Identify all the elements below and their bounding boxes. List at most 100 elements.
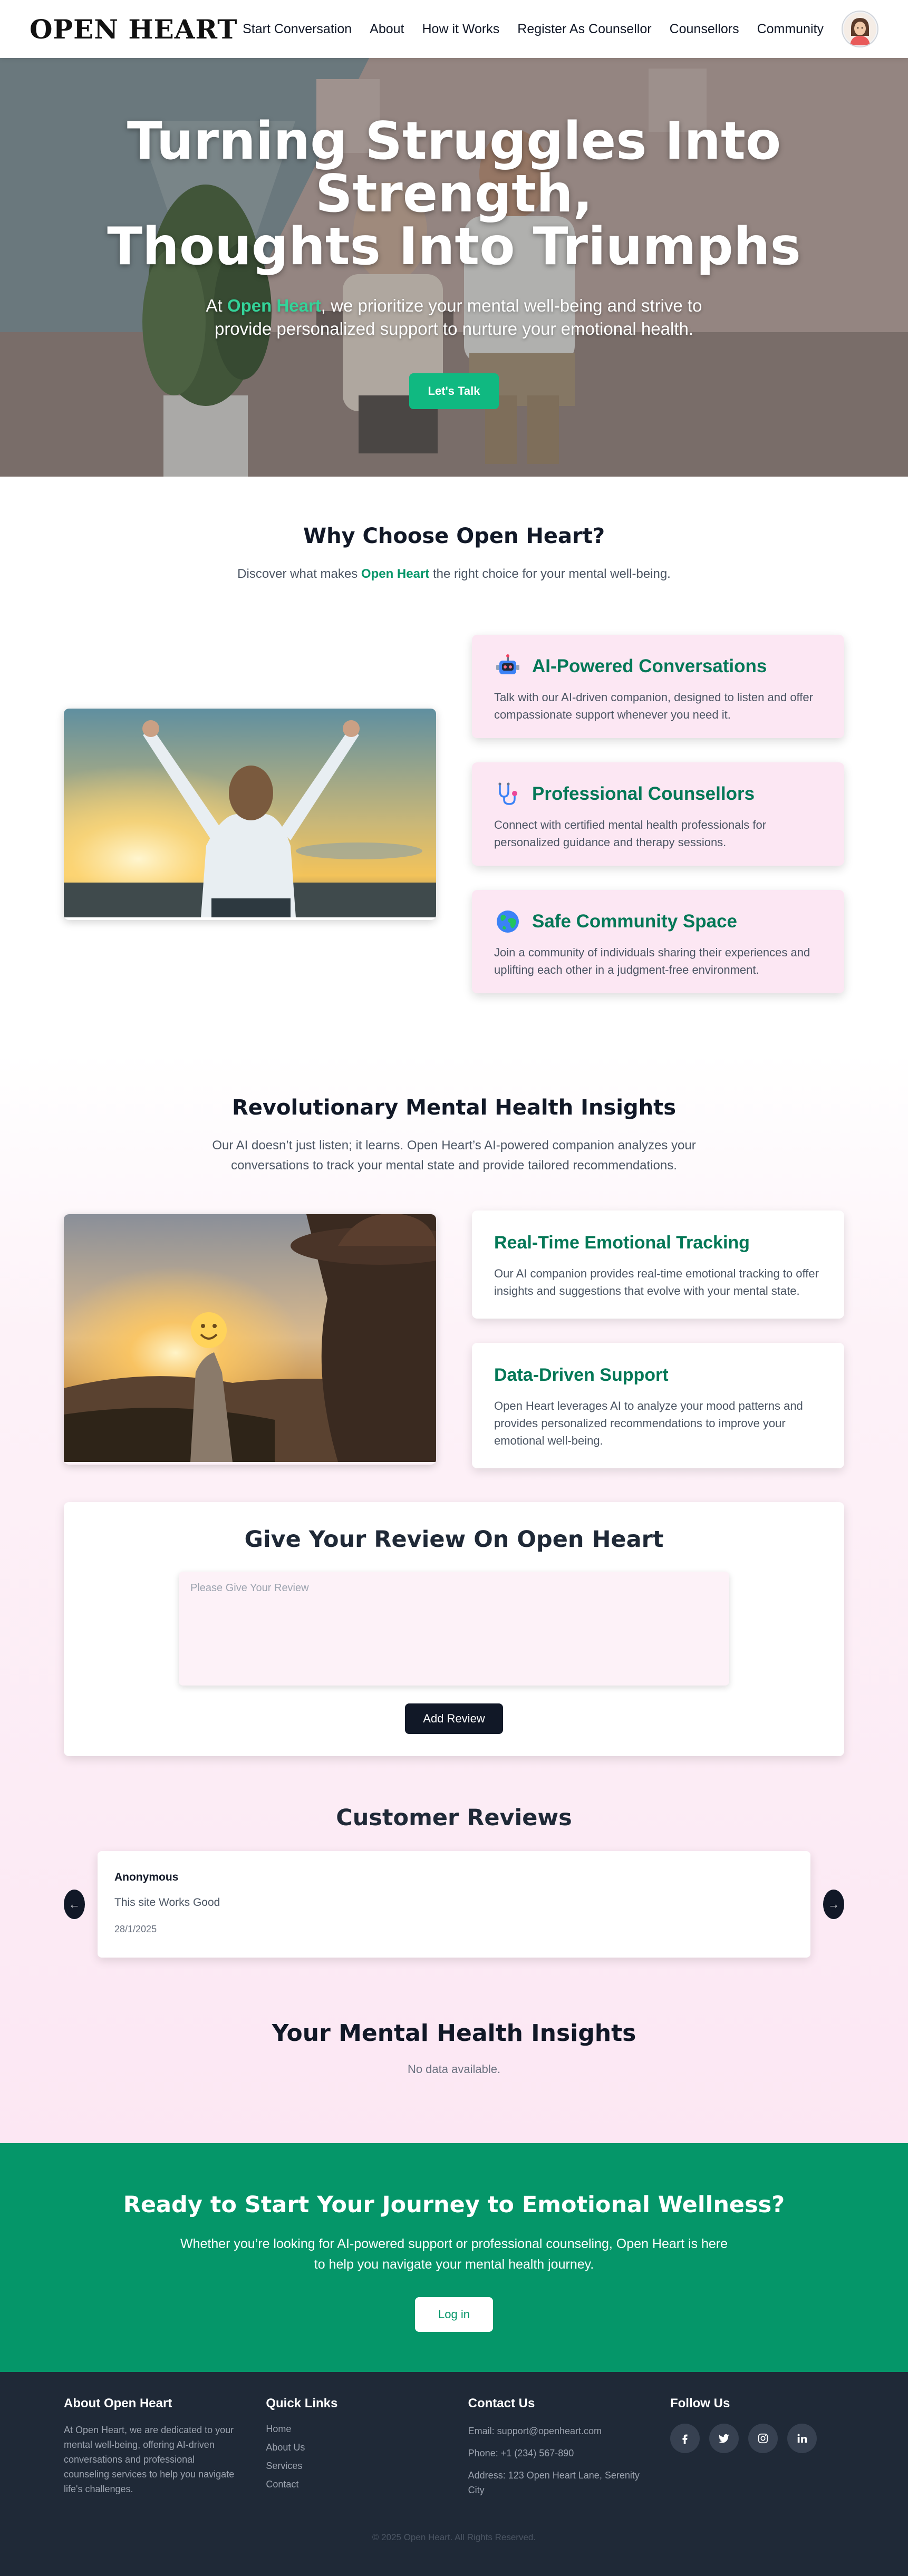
insight-title-data: Data-Driven Support bbox=[494, 1365, 669, 1385]
nav-links: Start Conversation About How it Works Re… bbox=[243, 11, 878, 47]
linkedin-icon[interactable] bbox=[787, 2424, 817, 2453]
insight-card-tracking: Real-Time Emotional Tracking Our AI comp… bbox=[472, 1210, 844, 1319]
why-content: AI-Powered Conversations Talk with our A… bbox=[64, 635, 844, 993]
victory-sunset-illustration bbox=[64, 708, 436, 917]
review-author: Anonymous bbox=[114, 1871, 179, 1883]
feature-cards: AI-Powered Conversations Talk with our A… bbox=[472, 635, 844, 993]
copyright: © 2025 Open Heart. All Rights Reserved. bbox=[372, 2532, 536, 2542]
feature-title-community: Safe Community Space bbox=[532, 911, 737, 932]
review-date: 28/1/2025 bbox=[114, 1924, 157, 1934]
prev-review-button[interactable]: ← bbox=[64, 1890, 85, 1919]
feature-card-community-head: Safe Community Space bbox=[494, 908, 822, 935]
footer-follow: Follow Us bbox=[670, 2396, 844, 2497]
nav-how-it-works[interactable]: How it Works bbox=[422, 22, 499, 37]
smiley-sunset-illustration bbox=[64, 1214, 436, 1462]
feature-card-counsellors-head: Professional Counsellors bbox=[494, 780, 822, 808]
why-sub-brand: Open Heart bbox=[361, 567, 430, 581]
feature-title-counsellors: Professional Counsellors bbox=[532, 783, 755, 804]
why-sub-prefix: Discover what makes bbox=[237, 567, 361, 581]
feature-title-ai: AI-Powered Conversations bbox=[532, 656, 767, 676]
insights-content: Real-Time Emotional Tracking Our AI comp… bbox=[64, 1210, 844, 1468]
lets-talk-button[interactable]: Let's Talk bbox=[409, 373, 499, 409]
logo[interactable]: OPEN HEART bbox=[30, 14, 237, 45]
nav-community[interactable]: Community bbox=[757, 22, 824, 37]
insight-text-tracking: Our AI companion provides real-time emot… bbox=[494, 1267, 819, 1297]
footer-columns: About Open Heart At Open Heart, we are d… bbox=[64, 2396, 844, 2497]
navbar: OPEN HEART Start Conversation About How … bbox=[0, 0, 908, 58]
reviews-carousel: ← Anonymous This site Works Good 28/1/20… bbox=[64, 1851, 844, 1958]
user-avatar-icon[interactable] bbox=[842, 11, 878, 47]
hero-content: Turning Struggles Into Strength, Thought… bbox=[0, 58, 908, 409]
footer-links-list: Home About Us Services Contact bbox=[266, 2424, 440, 2490]
hero-title-line-1: Turning Struggles Into bbox=[127, 111, 781, 171]
footer-follow-title: Follow Us bbox=[670, 2396, 730, 2410]
hero-sub-prefix: At bbox=[206, 296, 227, 315]
nav-register-counsellor[interactable]: Register As Counsellor bbox=[517, 22, 651, 37]
review-form-title: Give Your Review On Open Heart bbox=[244, 1526, 664, 1553]
review-form: Give Your Review On Open Heart Add Revie… bbox=[64, 1502, 844, 1756]
feature-card-community: Safe Community Space Join a community of… bbox=[472, 890, 844, 993]
feature-text-ai: Talk with our AI-driven companion, desig… bbox=[494, 691, 813, 721]
mental-health-empty-message: No data available. bbox=[407, 2062, 501, 2076]
hero-subtitle: At Open Heart, we prioritize your mental… bbox=[185, 294, 723, 341]
cta-subtitle: Whether you’re looking for AI-powered su… bbox=[180, 2236, 728, 2272]
feature-card-counsellors: Professional Counsellors Connect with ce… bbox=[472, 762, 844, 866]
footer-link-services[interactable]: Services bbox=[266, 2461, 440, 2472]
footer-about-text: At Open Heart, we are dedicated to your … bbox=[64, 2425, 235, 2494]
hero-title: Turning Struggles Into Strength, Thought… bbox=[0, 115, 908, 273]
insight-cards: Real-Time Emotional Tracking Our AI comp… bbox=[472, 1210, 844, 1468]
insights-subtitle: Our AI doesn’t just listen; it learns. O… bbox=[212, 1138, 696, 1173]
review-textarea[interactable] bbox=[179, 1572, 729, 1686]
feature-text-counsellors: Connect with certified mental health pro… bbox=[494, 818, 767, 849]
customer-reviews-title: Customer Reviews bbox=[336, 1805, 572, 1831]
insight-title-tracking: Real-Time Emotional Tracking bbox=[494, 1233, 750, 1253]
footer-about-title: About Open Heart bbox=[64, 2396, 172, 2410]
footer-contact-email[interactable]: Email: support@openheart.com bbox=[468, 2424, 642, 2438]
review-text: This site Works Good bbox=[114, 1896, 220, 1909]
nav-start-conversation[interactable]: Start Conversation bbox=[243, 22, 352, 37]
footer-link-about-us[interactable]: About Us bbox=[266, 2442, 440, 2453]
insight-text-data: Open Heart leverages AI to analyze your … bbox=[494, 1399, 803, 1447]
hero-title-line-3: Thoughts Into Triumphs bbox=[107, 217, 801, 277]
footer-about: About Open Heart At Open Heart, we are d… bbox=[64, 2396, 238, 2497]
footer-contact: Contact Us Email: support@openheart.com … bbox=[468, 2396, 642, 2497]
social-buttons bbox=[670, 2424, 844, 2453]
smiley-sunset-image bbox=[64, 1214, 436, 1465]
mental-health-insights-title: Your Mental Health Insights bbox=[272, 2020, 636, 2047]
facebook-icon[interactable] bbox=[670, 2424, 700, 2453]
footer: About Open Heart At Open Heart, we are d… bbox=[0, 2372, 908, 2576]
login-button[interactable]: Log in bbox=[415, 2297, 493, 2332]
nav-about[interactable]: About bbox=[370, 22, 404, 37]
hero-section: Turning Struggles Into Strength, Thought… bbox=[0, 58, 908, 477]
insights-title: Revolutionary Mental Health Insights bbox=[231, 1096, 677, 1120]
instagram-icon[interactable] bbox=[748, 2424, 778, 2453]
nav-counsellors[interactable]: Counsellors bbox=[670, 22, 739, 37]
globe-icon bbox=[494, 908, 521, 935]
footer-link-home[interactable]: Home bbox=[266, 2424, 440, 2435]
insight-card-data: Data-Driven Support Open Heart leverages… bbox=[472, 1343, 844, 1468]
cta-section: Ready to Start Your Journey to Emotional… bbox=[0, 2143, 908, 2372]
robot-icon bbox=[494, 653, 521, 680]
footer-contact-lines: Email: support@openheart.com Phone: +1 (… bbox=[468, 2424, 642, 2497]
avatar-illustration bbox=[844, 13, 876, 45]
feature-card-ai: AI-Powered Conversations Talk with our A… bbox=[472, 635, 844, 738]
next-review-button[interactable]: → bbox=[823, 1890, 844, 1919]
victory-woman-image bbox=[64, 708, 436, 920]
twitter-icon[interactable] bbox=[709, 2424, 739, 2453]
cta-title: Ready to Start Your Journey to Emotional… bbox=[123, 2192, 785, 2218]
feature-card-ai-head: AI-Powered Conversations bbox=[494, 653, 822, 680]
stethoscope-icon bbox=[494, 780, 521, 808]
why-subtitle: Discover what makes Open Heart the right… bbox=[0, 564, 908, 584]
footer-quick-links: Quick Links Home About Us Services Conta… bbox=[266, 2396, 440, 2497]
add-review-button[interactable]: Add Review bbox=[405, 1703, 503, 1734]
why-sub-rest: the right choice for your mental well-be… bbox=[429, 567, 671, 581]
footer-contact-phone[interactable]: Phone: +1 (234) 567-890 bbox=[468, 2446, 642, 2461]
feature-text-community: Join a community of individuals sharing … bbox=[494, 946, 810, 976]
footer-contact-title: Contact Us bbox=[468, 2396, 535, 2410]
footer-contact-address: Address: 123 Open Heart Lane, Serenity C… bbox=[468, 2470, 640, 2495]
footer-link-contact[interactable]: Contact bbox=[266, 2479, 440, 2490]
hero-title-line-2: Strength, bbox=[315, 164, 593, 224]
review-card: Anonymous This site Works Good 28/1/2025 bbox=[98, 1851, 810, 1958]
why-section: Why Choose Open Heart? Discover what mak… bbox=[0, 477, 908, 1053]
insights-section: Revolutionary Mental Health Insights Our… bbox=[0, 1053, 908, 2143]
